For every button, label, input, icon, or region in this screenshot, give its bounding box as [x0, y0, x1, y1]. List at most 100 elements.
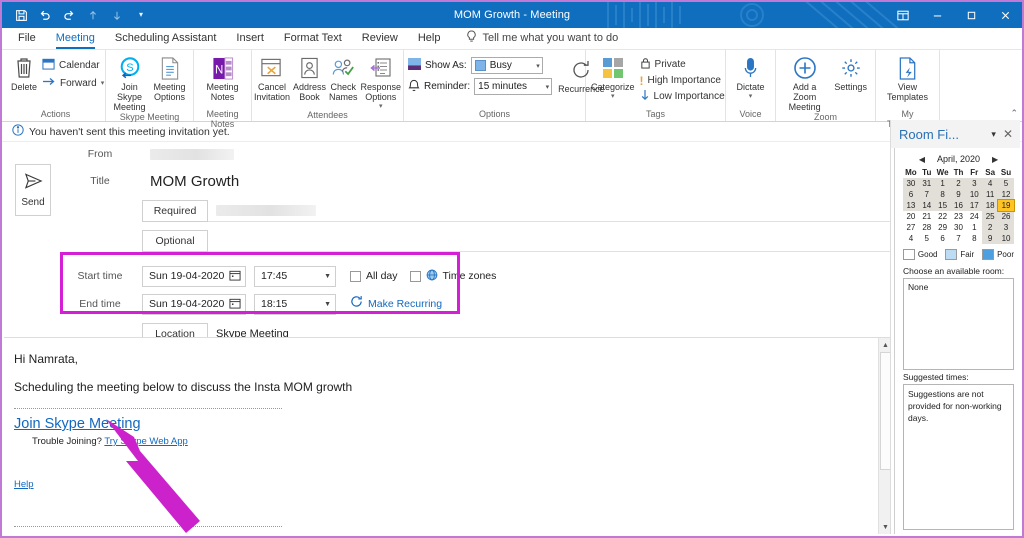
calendar-day-27[interactable]: 27	[903, 222, 919, 233]
calendar-day-8[interactable]: 8	[966, 233, 982, 244]
required-row[interactable]: Required	[64, 196, 1012, 226]
chevron-down-icon[interactable]: ▾	[544, 83, 550, 91]
calendar-day-30[interactable]: 30	[903, 178, 919, 189]
date-picker-calendar[interactable]: Mo Tu We Th Fr Sa Su 30 31 1 2 3 4 5 6 7 8 9 10 11 12…	[903, 167, 1015, 244]
private-button[interactable]: Private	[637, 56, 728, 73]
calendar-day-17[interactable]: 17	[966, 200, 983, 211]
try-skype-web-app-link[interactable]: Try Skype Web App	[104, 436, 187, 447]
calendar-day-11[interactable]: 11	[982, 189, 999, 200]
make-recurring-button[interactable]: Make Recurring	[350, 295, 442, 313]
tab-review[interactable]: Review	[352, 30, 408, 49]
calendar-day-3[interactable]: 3	[998, 222, 1014, 233]
high-importance-button[interactable]: ! High Importance	[637, 74, 728, 87]
tab-meeting[interactable]: Meeting	[46, 30, 105, 49]
required-button[interactable]: Required	[142, 200, 208, 222]
help-link[interactable]: Help	[14, 479, 34, 490]
calendar-day-5[interactable]: 5	[998, 178, 1014, 189]
calendar-day-26[interactable]: 26	[998, 211, 1014, 222]
calendar-day-25[interactable]: 25	[982, 211, 999, 222]
calendar-day-4[interactable]: 4	[982, 178, 999, 189]
calendar-day-16[interactable]: 16	[950, 200, 967, 211]
from-row[interactable]: From	[64, 142, 1012, 166]
calendar-day-24[interactable]: 24	[966, 211, 982, 222]
calendar-day-4[interactable]: 4	[903, 233, 919, 244]
minimize-icon[interactable]	[920, 2, 954, 28]
dictate-button[interactable]: Dictate ▾	[730, 53, 771, 100]
calendar-day-1[interactable]: 1	[966, 222, 982, 233]
optional-button[interactable]: Optional	[142, 230, 208, 252]
reminder-combo[interactable]: 15 minutes ▾	[474, 78, 553, 95]
customize-quick-access-icon[interactable]: ▾	[130, 4, 152, 26]
window-controls[interactable]	[886, 2, 1022, 28]
check-names-button[interactable]: Check Names	[328, 53, 359, 102]
calendar-weeks[interactable]: 30 31 1 2 3 4 5 6 7 8 9 10 11 12 13 14 15 16 17 18 19 20 21 22 2…	[903, 178, 1015, 244]
all-day-checkbox-box[interactable]	[350, 270, 361, 282]
close-icon[interactable]: ✕	[1000, 127, 1016, 141]
calendar-day-21[interactable]: 21	[919, 211, 935, 222]
meeting-notes-button[interactable]: N Meeting Notes	[200, 53, 246, 102]
next-month-icon[interactable]: ▶	[992, 155, 998, 164]
response-options-button[interactable]: Response Options ▾	[360, 53, 403, 110]
calendar-day-8[interactable]: 8	[934, 189, 951, 200]
room-list-item[interactable]: None	[908, 282, 1009, 292]
calendar-day-6[interactable]: 6	[935, 233, 951, 244]
undo-icon[interactable]	[34, 4, 56, 26]
time-zones-checkbox[interactable]: Time zones	[409, 269, 496, 284]
response-options-dropdown-icon[interactable]: ▾	[379, 102, 383, 110]
forward-button[interactable]: Forward ▾	[39, 75, 107, 91]
calendar-button[interactable]: Calendar	[39, 56, 107, 74]
available-rooms-list[interactable]: None	[903, 278, 1014, 370]
calendar-day-2[interactable]: 2	[950, 178, 967, 189]
start-time-row[interactable]: Start time Sun 19-04-2020 17:45 ▼ All da…	[64, 263, 1012, 289]
calendar-day-13[interactable]: 13	[903, 200, 919, 211]
tab-scheduling-assistant[interactable]: Scheduling Assistant	[105, 30, 227, 49]
close-icon[interactable]	[988, 2, 1022, 28]
save-icon[interactable]	[10, 4, 32, 26]
chevron-down-icon[interactable]: ▾	[534, 62, 540, 70]
redo-icon[interactable]	[58, 4, 80, 26]
ribbon-tab-bar[interactable]: File Meeting Scheduling Assistant Insert…	[2, 28, 1022, 50]
collapse-ribbon-icon[interactable]: ⌃	[1010, 108, 1018, 119]
previous-item-icon[interactable]	[82, 4, 104, 26]
end-date-input[interactable]: Sun 19-04-2020	[142, 293, 246, 315]
chevron-down-icon[interactable]: ▼	[324, 301, 331, 308]
end-time-input[interactable]: 18:15 ▼	[254, 293, 336, 315]
start-date-input[interactable]: Sun 19-04-2020	[142, 265, 246, 287]
suggested-times-box[interactable]: Suggestions are not provided for non-wor…	[903, 384, 1014, 530]
calendar-day-5[interactable]: 5	[919, 233, 935, 244]
low-importance-button[interactable]: Low Importance	[637, 88, 728, 105]
forward-dropdown-icon[interactable]: ▾	[101, 79, 105, 87]
tab-help[interactable]: Help	[408, 30, 451, 49]
calendar-day-7[interactable]: 7	[918, 189, 935, 200]
calendar-day-6[interactable]: 6	[903, 189, 919, 200]
calendar-picker-icon[interactable]	[229, 269, 241, 284]
title-row[interactable]: Title MOM Growth	[64, 166, 1012, 196]
previous-month-icon[interactable]: ◀	[919, 155, 925, 164]
calendar-day-19[interactable]: 19	[997, 199, 1015, 212]
calendar-day-18[interactable]: 18	[982, 200, 999, 211]
meeting-body[interactable]: Hi Namrata, Scheduling the meeting below…	[4, 337, 892, 534]
optional-row[interactable]: Optional	[64, 226, 1012, 256]
quick-access-toolbar[interactable]: ▾	[2, 4, 152, 26]
calendar-day-1[interactable]: 1	[934, 178, 951, 189]
join-skype-meeting-link[interactable]: Join Skype Meeting	[14, 416, 141, 432]
calendar-day-28[interactable]: 28	[919, 222, 935, 233]
calendar-day-15[interactable]: 15	[934, 200, 951, 211]
view-templates-button[interactable]: View Templates	[880, 53, 935, 102]
delete-button[interactable]: Delete	[10, 53, 38, 92]
categorize-dropdown-icon[interactable]: ▾	[611, 92, 615, 100]
reminder-row[interactable]: Reminder: 15 minutes ▾	[408, 76, 553, 97]
calendar-day-14[interactable]: 14	[918, 200, 935, 211]
tab-file[interactable]: File	[8, 30, 46, 49]
dictate-dropdown-icon[interactable]: ▾	[749, 92, 753, 100]
join-skype-meeting-button[interactable]: S Join Skype Meeting	[110, 53, 149, 112]
show-as-combo[interactable]: Busy ▾	[470, 57, 543, 74]
calendar-day-30[interactable]: 30	[951, 222, 967, 233]
end-time-row[interactable]: End time Sun 19-04-2020 18:15 ▼ Make Rec…	[64, 291, 1012, 317]
title-input[interactable]: MOM Growth	[150, 173, 239, 190]
calendar-day-10[interactable]: 10	[998, 233, 1014, 244]
calendar-day-12[interactable]: 12	[998, 189, 1014, 200]
all-day-checkbox[interactable]: All day	[350, 270, 398, 282]
calendar-day-31[interactable]: 31	[918, 178, 935, 189]
chevron-down-icon[interactable]: ▾	[991, 129, 996, 140]
